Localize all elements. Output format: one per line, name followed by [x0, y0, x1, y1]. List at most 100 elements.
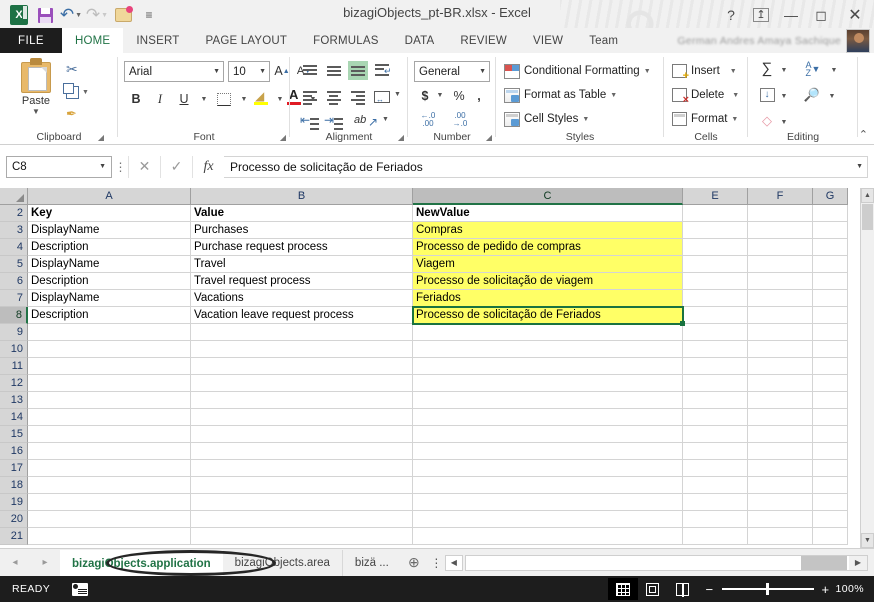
- cell-G16[interactable]: [813, 443, 848, 460]
- record-macro-icon[interactable]: [72, 582, 89, 596]
- format-cells-button[interactable]: Format ▼: [672, 109, 738, 129]
- comma-style-button[interactable]: ,: [470, 86, 488, 105]
- hscroll-left-button[interactable]: ◀: [444, 554, 463, 571]
- collapse-ribbon-icon[interactable]: ⌃: [859, 128, 868, 141]
- cell-G14[interactable]: [813, 409, 848, 426]
- cell-A14[interactable]: [28, 409, 191, 426]
- cell-E16[interactable]: [683, 443, 748, 460]
- fill-dropdown-icon[interactable]: ▼: [778, 87, 790, 106]
- normal-view-button[interactable]: [607, 578, 638, 600]
- column-header-g[interactable]: G: [813, 188, 848, 205]
- cell-A18[interactable]: [28, 477, 191, 494]
- cell-F6[interactable]: [748, 273, 813, 290]
- cell-E15[interactable]: [683, 426, 748, 443]
- cut-button[interactable]: ✂: [66, 59, 108, 81]
- row-header-17[interactable]: 17: [0, 460, 28, 477]
- column-header-f[interactable]: F: [748, 188, 813, 205]
- cell-A19[interactable]: [28, 494, 191, 511]
- cell-A4[interactable]: Description: [28, 239, 191, 256]
- zoom-out-button[interactable]: −: [706, 582, 714, 597]
- format-as-table-button[interactable]: Format as Table ▼: [504, 85, 617, 105]
- tab-formulas[interactable]: FORMULAS: [300, 28, 392, 53]
- row-header-2[interactable]: 2: [0, 205, 28, 222]
- conditional-formatting-button[interactable]: Conditional Formatting ▼: [504, 61, 651, 81]
- accounting-dropdown-icon[interactable]: ▼: [434, 86, 446, 105]
- cell-B20[interactable]: [191, 511, 413, 528]
- cell-F5[interactable]: [748, 256, 813, 273]
- decrease-indent-button[interactable]: ⇤: [300, 113, 320, 132]
- cell-G19[interactable]: [813, 494, 848, 511]
- horizontal-scrollbar[interactable]: ▶: [464, 554, 868, 571]
- fill-handle[interactable]: [680, 321, 685, 326]
- decrease-decimal-button[interactable]: .00 →.0: [448, 110, 472, 129]
- cell-A7[interactable]: DisplayName: [28, 290, 191, 307]
- cell-C16[interactable]: [413, 443, 683, 460]
- cell-E21[interactable]: [683, 528, 748, 545]
- cell-B11[interactable]: [191, 358, 413, 375]
- cell-F13[interactable]: [748, 392, 813, 409]
- cell-B19[interactable]: [191, 494, 413, 511]
- page-break-preview-button[interactable]: [668, 578, 698, 600]
- number-format-dropdown-icon[interactable]: ▼: [479, 68, 486, 75]
- cell-F19[interactable]: [748, 494, 813, 511]
- row-header-10[interactable]: 10: [0, 341, 28, 358]
- cell-B13[interactable]: [191, 392, 413, 409]
- cell-G21[interactable]: [813, 528, 848, 545]
- cell-C15[interactable]: [413, 426, 683, 443]
- sheet-tab-bizagiobjects-application[interactable]: bizagiObjects.application: [60, 549, 223, 576]
- cell-A13[interactable]: [28, 392, 191, 409]
- fill-color-icon[interactable]: ◢: [251, 87, 271, 107]
- cell-B15[interactable]: [191, 426, 413, 443]
- cell-B8[interactable]: Vacation leave request process: [191, 307, 413, 324]
- expand-formula-bar-icon[interactable]: ▼: [856, 163, 863, 170]
- tab-file[interactable]: FILE: [0, 28, 62, 53]
- zoom-in-button[interactable]: +: [822, 582, 830, 597]
- delete-dropdown-icon[interactable]: ▼: [732, 92, 739, 99]
- autosum-button[interactable]: ∑: [756, 59, 778, 78]
- cell-B6[interactable]: Travel request process: [191, 273, 413, 290]
- row-header-3[interactable]: 3: [0, 222, 28, 239]
- cell-A12[interactable]: [28, 375, 191, 392]
- cell-styles-button[interactable]: Cell Styles ▼: [504, 109, 589, 129]
- cell-B18[interactable]: [191, 477, 413, 494]
- cell-G17[interactable]: [813, 460, 848, 477]
- cell-F4[interactable]: [748, 239, 813, 256]
- merge-and-center-button[interactable]: ↔: [372, 88, 392, 107]
- tab-review[interactable]: REVIEW: [447, 28, 520, 53]
- cell-C19[interactable]: [413, 494, 683, 511]
- cell-F20[interactable]: [748, 511, 813, 528]
- cell-F18[interactable]: [748, 477, 813, 494]
- cell-G13[interactable]: [813, 392, 848, 409]
- cell-C12[interactable]: [413, 375, 683, 392]
- cell-B16[interactable]: [191, 443, 413, 460]
- cell-F3[interactable]: [748, 222, 813, 239]
- cell-A17[interactable]: [28, 460, 191, 477]
- confirm-entry-button[interactable]: ✓: [160, 155, 192, 178]
- format-as-table-dropdown-icon[interactable]: ▼: [610, 92, 617, 99]
- cell-A8[interactable]: Description: [28, 307, 191, 324]
- cell-A9[interactable]: [28, 324, 191, 341]
- cell-A21[interactable]: [28, 528, 191, 545]
- cell-styles-dropdown-icon[interactable]: ▼: [582, 116, 589, 123]
- customize-quick-access-toolbar-icon[interactable]: ≡: [136, 2, 162, 28]
- cell-F21[interactable]: [748, 528, 813, 545]
- row-header-21[interactable]: 21: [0, 528, 28, 545]
- clear-dropdown-icon[interactable]: ▼: [778, 113, 790, 132]
- cell-A3[interactable]: DisplayName: [28, 222, 191, 239]
- cell-C9[interactable]: [413, 324, 683, 341]
- cell-C13[interactable]: [413, 392, 683, 409]
- user-account-area[interactable]: German Andres Amaya Sachique: [677, 29, 870, 53]
- cell-E18[interactable]: [683, 477, 748, 494]
- borders-icon[interactable]: [214, 89, 234, 109]
- cell-G7[interactable]: [813, 290, 848, 307]
- cell-C18[interactable]: [413, 477, 683, 494]
- tab-view[interactable]: VIEW: [520, 28, 576, 53]
- cell-C2[interactable]: NewValue: [413, 205, 683, 222]
- cell-F12[interactable]: [748, 375, 813, 392]
- ribbon-display-options-icon[interactable]: ↥: [746, 1, 776, 29]
- row-header-11[interactable]: 11: [0, 358, 28, 375]
- font-size-input[interactable]: 10 ▼: [228, 61, 270, 82]
- font-name-dropdown-icon[interactable]: ▼: [213, 68, 220, 75]
- row-header-14[interactable]: 14: [0, 409, 28, 426]
- cell-A15[interactable]: [28, 426, 191, 443]
